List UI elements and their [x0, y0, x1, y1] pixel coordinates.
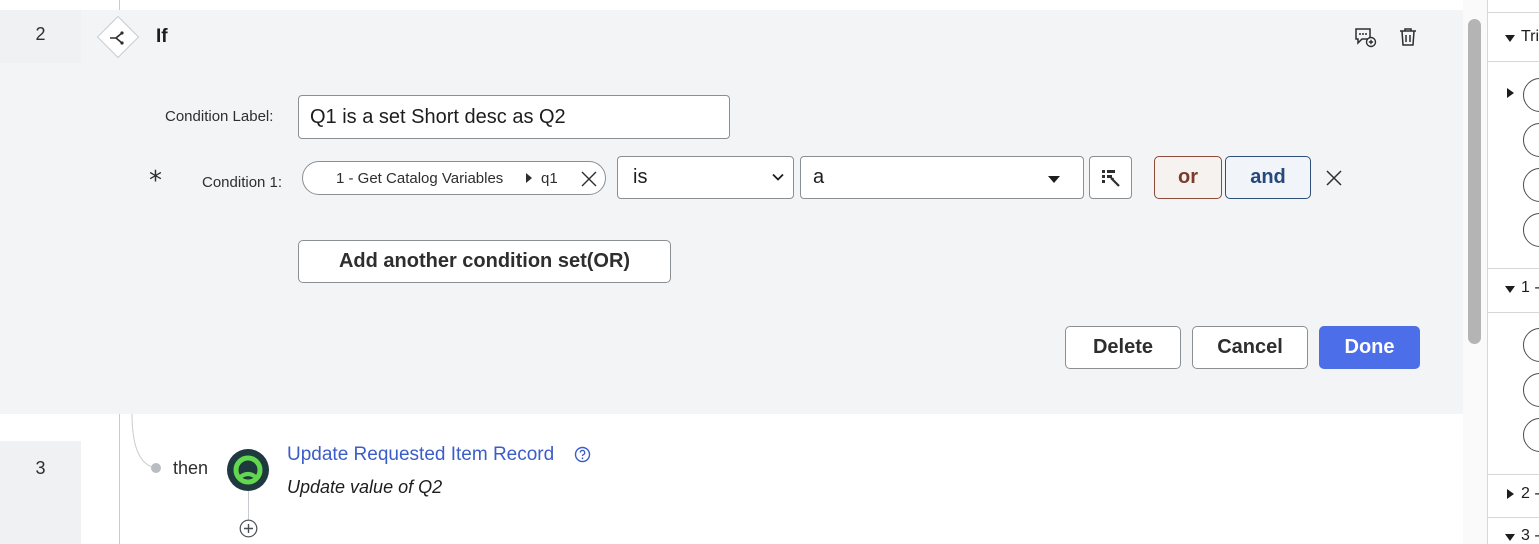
data-pill-circle[interactable]	[1523, 213, 1539, 247]
add-condition-set-button[interactable]: Add another condition set(OR)	[298, 240, 671, 283]
gutter-top	[0, 0, 81, 10]
section-label: Tri	[1521, 28, 1539, 45]
required-marker: *	[149, 166, 162, 196]
gutter-extension	[0, 63, 81, 414]
step-number-2: 2	[0, 10, 81, 63]
data-picker-button[interactable]	[1089, 156, 1132, 199]
section-label: 3 -	[1521, 527, 1539, 544]
condition-1-caption: Condition 1:	[202, 174, 283, 191]
condition-label-input[interactable]: Q1 is a set Short desc as Q2	[298, 95, 730, 139]
action-subtitle: Update value of Q2	[287, 477, 443, 497]
section-label: 1 -	[1521, 279, 1539, 296]
step-number-3: 3	[0, 441, 81, 544]
divider	[1488, 312, 1539, 313]
branch-curve	[131, 414, 157, 469]
help-icon[interactable]	[574, 446, 591, 463]
divider	[1488, 12, 1539, 13]
then-label: then	[173, 458, 209, 478]
branch-icon	[110, 31, 124, 45]
caret-down-icon	[1505, 534, 1515, 541]
data-pill-circle[interactable]	[1523, 123, 1539, 157]
cancel-button[interactable]: Cancel	[1192, 326, 1308, 369]
close-icon[interactable]	[579, 169, 599, 189]
data-pill-source: 1 - Get Catalog Variables	[336, 170, 504, 187]
data-pill[interactable]: 1 - Get Catalog Variables q1	[302, 161, 606, 195]
data-section-step-2[interactable]: 2 -	[1488, 473, 1539, 517]
scrollbar-thumb[interactable]	[1468, 19, 1481, 344]
data-pill-variable: q1	[541, 170, 558, 187]
condition-value: a	[813, 166, 825, 188]
remove-condition-close-icon[interactable]	[1324, 168, 1344, 188]
caret-right-icon	[1507, 489, 1514, 499]
servicenow-record-icon	[227, 449, 269, 491]
data-section-step-3[interactable]: 3 -	[1488, 515, 1539, 544]
data-pill-circle[interactable]	[1523, 328, 1539, 362]
data-panel: Tri 1 - 2 - 3 -	[1487, 0, 1539, 544]
caret-down-icon	[1048, 176, 1060, 183]
operator-select[interactable]: is	[617, 156, 794, 199]
data-pill-circle[interactable]	[1523, 168, 1539, 202]
caret-right-icon[interactable]	[1507, 88, 1514, 98]
then-connector-dot	[151, 463, 161, 473]
if-step-title: If	[156, 26, 168, 47]
divider	[1488, 61, 1539, 62]
condition-label-caption: Condition Label:	[165, 108, 274, 125]
operator-value: is	[633, 166, 648, 188]
add-comment-icon[interactable]	[1353, 25, 1377, 49]
data-pill-circle[interactable]	[1523, 78, 1539, 112]
caret-right-icon	[526, 173, 532, 183]
caret-down-icon	[1505, 286, 1515, 293]
action-title-link[interactable]: Update Requested Item Record	[287, 444, 554, 466]
connector-line-main	[119, 414, 120, 544]
section-label: 2 -	[1521, 485, 1539, 502]
trash-icon[interactable]	[1396, 25, 1420, 49]
flow-top-strip	[81, 0, 1463, 10]
value-select[interactable]: a	[800, 156, 1084, 199]
data-section-step-1[interactable]: 1 -	[1488, 267, 1539, 311]
data-pill-circle[interactable]	[1523, 373, 1539, 407]
connector-line-action	[248, 490, 249, 522]
chevron-down-icon	[772, 173, 784, 181]
or-button[interactable]: or	[1154, 156, 1222, 199]
data-picker-icon	[1102, 170, 1120, 187]
and-button[interactable]: and	[1225, 156, 1311, 199]
caret-down-icon	[1505, 35, 1515, 42]
plus-circle-icon[interactable]	[239, 519, 258, 538]
done-button[interactable]: Done	[1319, 326, 1420, 369]
delete-button[interactable]: Delete	[1065, 326, 1181, 369]
data-pill-circle[interactable]	[1523, 418, 1539, 452]
data-section-trigger[interactable]: Tri	[1488, 16, 1539, 60]
connector-line	[119, 0, 120, 10]
